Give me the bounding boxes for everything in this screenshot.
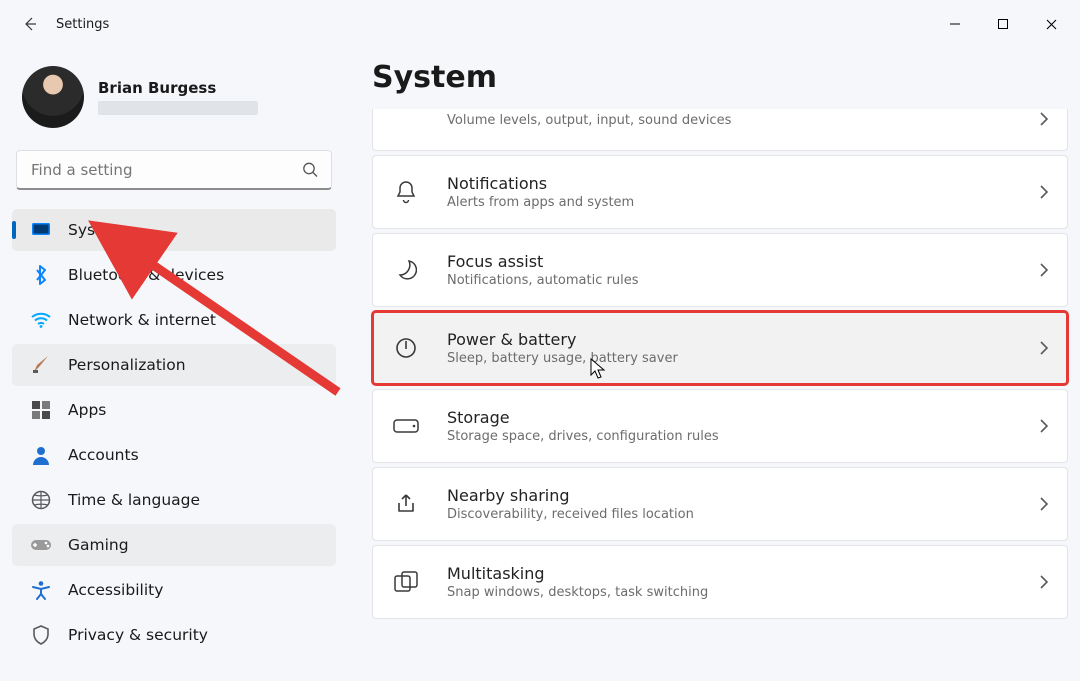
sidebar-item-label: Network & internet (68, 311, 216, 329)
settings-cards: Volume levels, output, input, sound devi… (372, 109, 1068, 619)
drive-icon (391, 419, 421, 433)
card-title: Nearby sharing (447, 486, 1013, 505)
card-focus-assist[interactable]: Focus assist Notifications, automatic rul… (372, 233, 1068, 307)
card-power-battery[interactable]: Power & battery Sleep, battery usage, bat… (372, 311, 1068, 385)
card-subtitle: Sleep, battery usage, battery saver (447, 351, 1013, 366)
globe-clock-icon (30, 490, 52, 510)
sidebar-item-label: Personalization (68, 356, 186, 374)
sidebar-item-label: Time & language (68, 491, 200, 509)
brush-icon (30, 355, 52, 375)
sidebar-item-bluetooth-devices[interactable]: Bluetooth & devices (12, 254, 336, 296)
profile-email-redacted (98, 101, 258, 115)
search-box[interactable] (16, 150, 332, 190)
sidebar-item-label: System (68, 221, 126, 239)
chevron-right-icon (1039, 340, 1049, 356)
search-input[interactable] (17, 151, 331, 188)
sidebar-item-personalization[interactable]: Personalization (12, 344, 336, 386)
sidebar-nav: System Bluetooth & devices Network & inter… (8, 200, 340, 656)
card-subtitle: Notifications, automatic rules (447, 273, 1013, 288)
sidebar-item-apps[interactable]: Apps (12, 389, 336, 431)
close-button[interactable] (1028, 5, 1074, 43)
display-icon (30, 222, 52, 238)
chevron-right-icon (1039, 418, 1049, 434)
maximize-button[interactable] (980, 5, 1026, 43)
page-title: System (372, 60, 1068, 95)
window-controls (932, 5, 1074, 43)
sidebar-item-accessibility[interactable]: Accessibility (12, 569, 336, 611)
sidebar-item-system[interactable]: System (12, 209, 336, 251)
chevron-right-icon (1039, 262, 1049, 278)
share-icon (391, 493, 421, 515)
sidebar: Brian Burgess System Bluetooth & devices N… (0, 48, 348, 681)
accessibility-icon (30, 580, 52, 600)
person-icon (30, 445, 52, 465)
sidebar-item-gaming[interactable]: Gaming (12, 524, 336, 566)
card-sound[interactable]: Volume levels, output, input, sound devi… (372, 109, 1068, 151)
chevron-right-icon (1039, 574, 1049, 590)
multitask-icon (391, 571, 421, 593)
card-nearby-sharing[interactable]: Nearby sharing Discoverability, received … (372, 467, 1068, 541)
bell-icon (391, 180, 421, 204)
back-button[interactable] (12, 6, 48, 42)
search-icon (302, 161, 319, 178)
moon-icon (391, 259, 421, 281)
card-title: Storage (447, 408, 1013, 427)
sidebar-item-label: Apps (68, 401, 106, 419)
card-subtitle: Volume levels, output, input, sound devi… (447, 113, 1013, 128)
sidebar-item-label: Accessibility (68, 581, 163, 599)
back-arrow-icon (22, 16, 38, 32)
wifi-icon (30, 312, 52, 328)
card-title: Focus assist (447, 252, 1013, 271)
chevron-right-icon (1039, 111, 1049, 127)
sidebar-item-accounts[interactable]: Accounts (12, 434, 336, 476)
card-subtitle: Alerts from apps and system (447, 195, 1013, 210)
card-subtitle: Snap windows, desktops, task switching (447, 585, 1013, 600)
card-notifications[interactable]: Notifications Alerts from apps and system (372, 155, 1068, 229)
chevron-right-icon (1039, 184, 1049, 200)
avatar (22, 66, 84, 128)
sidebar-item-privacy-security[interactable]: Privacy & security (12, 614, 336, 656)
card-title: Power & battery (447, 330, 1013, 349)
card-title: Multitasking (447, 564, 1013, 583)
sidebar-item-label: Accounts (68, 446, 139, 464)
card-multitasking[interactable]: Multitasking Snap windows, desktops, task… (372, 545, 1068, 619)
gamepad-icon (30, 538, 52, 552)
card-subtitle: Discoverability, received files location (447, 507, 1013, 522)
power-icon (391, 336, 421, 360)
main-content: System Volume levels, output, input, sou… (348, 48, 1080, 681)
sidebar-item-label: Bluetooth & devices (68, 266, 224, 284)
app-title: Settings (56, 17, 109, 32)
card-subtitle: Storage space, drives, configuration rul… (447, 429, 1013, 444)
apps-icon (30, 401, 52, 419)
sidebar-item-label: Privacy & security (68, 626, 208, 644)
sidebar-item-time-language[interactable]: Time & language (12, 479, 336, 521)
chevron-right-icon (1039, 496, 1049, 512)
card-storage[interactable]: Storage Storage space, drives, configurat… (372, 389, 1068, 463)
shield-icon (30, 625, 52, 645)
minimize-button[interactable] (932, 5, 978, 43)
bluetooth-icon (30, 265, 52, 285)
card-title: Notifications (447, 174, 1013, 193)
sidebar-item-label: Gaming (68, 536, 129, 554)
profile-name: Brian Burgess (98, 79, 258, 97)
profile[interactable]: Brian Burgess (8, 58, 340, 146)
sidebar-item-network-internet[interactable]: Network & internet (12, 299, 336, 341)
titlebar: Settings (0, 0, 1080, 48)
